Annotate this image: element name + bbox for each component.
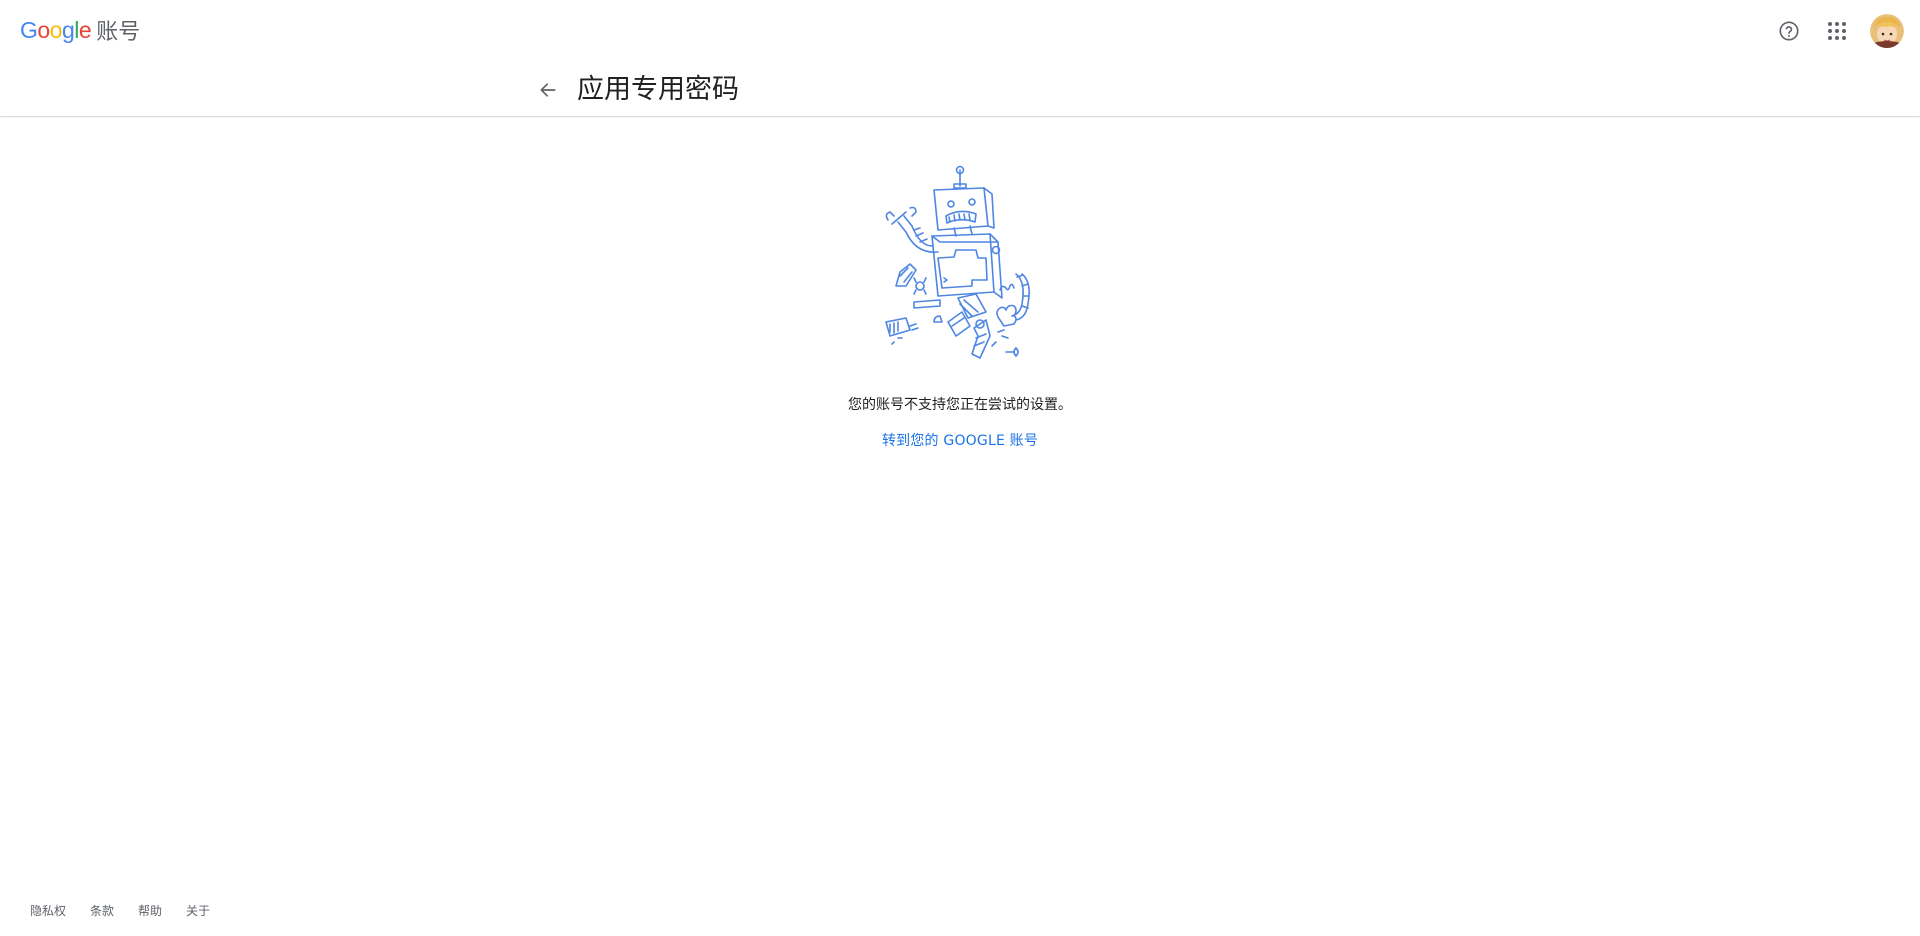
avatar[interactable] xyxy=(1870,14,1904,48)
product-name: 账号 xyxy=(96,20,141,45)
broken-robot-illustration xyxy=(876,162,1046,374)
logo-letter: e xyxy=(78,16,92,43)
help-button[interactable] xyxy=(1770,12,1808,50)
footer-link-help[interactable]: 帮助 xyxy=(138,902,162,919)
link-container: 转到您的 GOOGLE 账号 xyxy=(0,430,1920,450)
footer-link-about[interactable]: 关于 xyxy=(186,902,210,919)
page-header: 应用专用密码 xyxy=(0,62,1920,117)
footer-link-terms[interactable]: 条款 xyxy=(90,902,114,919)
logo-letter: g xyxy=(61,16,75,43)
google-account-logo[interactable]: Google 账号 xyxy=(20,14,140,46)
avatar-image xyxy=(1870,14,1904,48)
footer: 隐私权 条款 帮助 关于 xyxy=(30,902,234,919)
google-wordmark: Google xyxy=(20,16,92,44)
top-bar: Google 账号 xyxy=(0,0,1920,62)
help-icon xyxy=(1779,21,1799,41)
arrow-back-icon xyxy=(540,83,556,97)
footer-link-privacy[interactable]: 隐私权 xyxy=(30,902,66,919)
back-button[interactable] xyxy=(528,70,568,110)
go-to-google-account-link[interactable]: 转到您的 GOOGLE 账号 xyxy=(882,433,1038,449)
error-message: 您的账号不支持您正在尝试的设置。 xyxy=(848,397,1072,413)
apps-grid-icon xyxy=(1828,22,1846,40)
logo-letter: o xyxy=(37,16,50,43)
logo-letter: o xyxy=(49,16,63,43)
apps-button[interactable] xyxy=(1818,12,1856,50)
logo-letter: G xyxy=(20,16,38,43)
page-title: 应用专用密码 xyxy=(577,74,739,105)
top-icons xyxy=(1770,12,1904,50)
